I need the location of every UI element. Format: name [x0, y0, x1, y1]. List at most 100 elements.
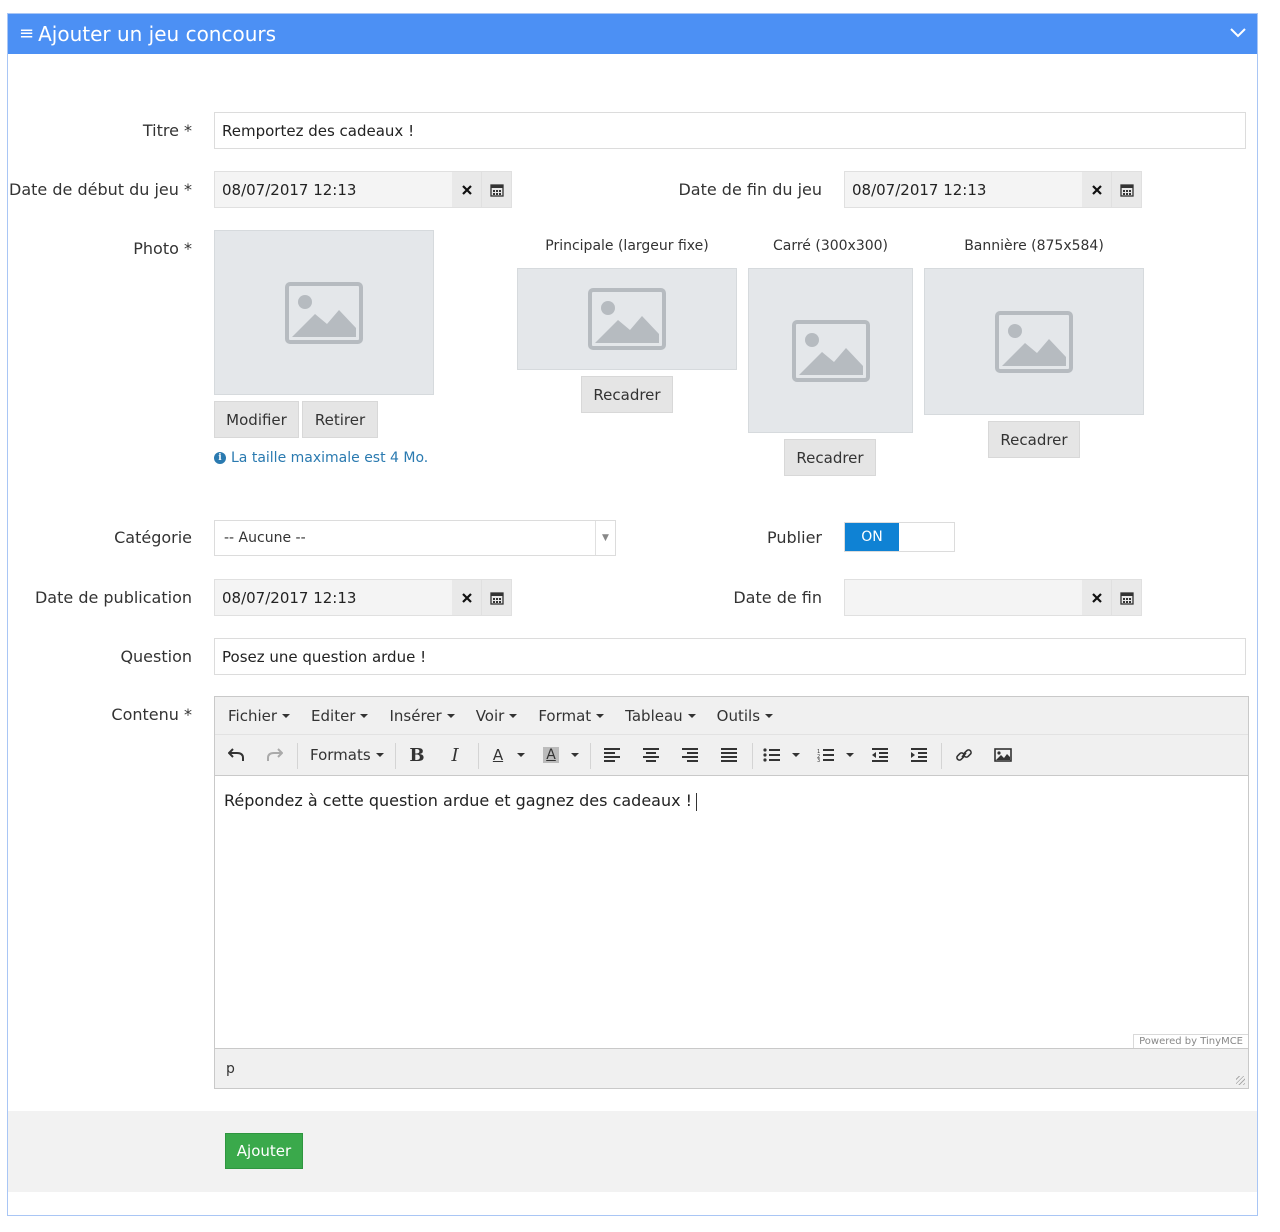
link-icon[interactable] — [953, 744, 975, 766]
crop-principal-preview — [517, 268, 737, 370]
clear-icon[interactable] — [452, 171, 482, 208]
toggle-on-label: ON — [845, 523, 899, 551]
crop-carre-label: Carré (300x300) — [772, 238, 889, 254]
numbered-list-icon[interactable]: 123 — [815, 744, 837, 766]
toolbar-separator — [941, 743, 942, 769]
resize-handle-icon[interactable] — [1236, 1076, 1245, 1085]
calendar-icon[interactable] — [1112, 579, 1142, 616]
crop-carre-preview — [748, 268, 913, 433]
editor-statusbar: p — [215, 1048, 1248, 1088]
align-right-icon[interactable] — [679, 744, 701, 766]
align-left-icon[interactable] — [601, 744, 623, 766]
text-cursor — [696, 792, 698, 811]
calendar-icon[interactable] — [482, 171, 512, 208]
date-fin-jeu-input[interactable]: 08/07/2017 12:13 — [844, 171, 1082, 208]
menu-editer[interactable]: Editer — [311, 707, 369, 725]
formats-dropdown[interactable]: Formats — [310, 744, 384, 766]
toolbar-separator — [395, 743, 396, 769]
categorie-selected: -- Aucune -- — [224, 530, 306, 546]
publier-toggle[interactable]: ON — [844, 522, 955, 552]
caret-down-icon — [596, 713, 605, 718]
hamburger-icon: ≡ — [19, 23, 35, 44]
panel-title: Ajouter un jeu concours — [38, 22, 277, 46]
align-justify-icon[interactable] — [718, 744, 740, 766]
question-input[interactable]: Posez une question ardue ! — [214, 638, 1246, 675]
toolbar-separator — [752, 743, 753, 769]
toolbar-separator — [478, 743, 479, 769]
powered-by-label[interactable]: Powered by TinyMCE — [1133, 1034, 1248, 1048]
caret-down-icon — [687, 713, 696, 718]
bullet-list-icon[interactable] — [761, 744, 783, 766]
titre-input[interactable]: Remportez des cadeaux ! — [214, 112, 1246, 149]
menu-label: Fichier — [228, 706, 278, 725]
crop-banniere-button[interactable]: Recadrer — [988, 421, 1080, 458]
date-fin-label: Date de fin — [733, 588, 822, 607]
crop-carre-button[interactable]: Recadrer — [784, 439, 876, 476]
photo-preview — [214, 230, 434, 395]
date-publication-label: Date de publication — [34, 588, 192, 607]
image-placeholder-icon — [285, 281, 363, 344]
publier-label: Publier — [767, 528, 822, 547]
image-placeholder-icon — [588, 288, 666, 350]
toolbar-separator — [297, 743, 298, 769]
size-info-text: La taille maximale est 4 Mo. — [231, 450, 429, 466]
categorie-select[interactable]: -- Aucune -- ▼ — [214, 520, 616, 556]
svg-text:3: 3 — [817, 758, 820, 762]
background-color-icon[interactable]: A — [540, 744, 562, 766]
menu-inserer[interactable]: Insérer — [389, 706, 455, 725]
remove-button[interactable]: Retirer — [302, 401, 378, 438]
size-info: i La taille maximale est 4 Mo. — [214, 450, 428, 466]
date-fin-picker — [844, 579, 1142, 616]
align-center-icon[interactable] — [640, 744, 662, 766]
text-color-icon[interactable]: A — [487, 744, 509, 766]
modify-button[interactable]: Modifier — [214, 401, 299, 438]
menu-label: Voir — [475, 706, 505, 725]
date-publication-picker: 08/07/2017 12:13 — [214, 579, 512, 616]
caret-down-icon[interactable] — [569, 744, 581, 766]
date-debut-picker: 08/07/2017 12:13 — [214, 171, 512, 208]
date-fin-input[interactable] — [844, 579, 1082, 616]
outdent-icon[interactable] — [869, 744, 891, 766]
caret-down-icon[interactable] — [844, 744, 856, 766]
date-fin-jeu-label: Date de fin du jeu — [678, 180, 822, 199]
date-publication-input[interactable]: 08/07/2017 12:13 — [214, 579, 452, 616]
clear-icon[interactable] — [452, 579, 482, 616]
date-debut-label: Date de début du jeu * — [9, 180, 192, 199]
editor-text: Répondez à cette question ardue et gagne… — [224, 791, 693, 810]
menu-outils[interactable]: Outils — [717, 707, 774, 725]
element-path[interactable]: p — [226, 1061, 235, 1077]
chevron-down-icon[interactable] — [1229, 25, 1247, 43]
panel-header: ≡ Ajouter un jeu concours — [8, 14, 1257, 54]
menu-format[interactable]: Format — [538, 707, 605, 725]
crop-principal-label: Principale (largeur fixe) — [545, 238, 709, 254]
redo-icon[interactable] — [264, 744, 286, 766]
info-icon: i — [214, 452, 226, 464]
question-label: Question — [120, 647, 192, 666]
menu-label: Insérer — [389, 706, 442, 725]
italic-icon[interactable]: I — [444, 744, 466, 766]
undo-icon[interactable] — [225, 744, 247, 766]
calendar-icon[interactable] — [1112, 171, 1142, 208]
menu-voir[interactable]: Voir — [476, 707, 518, 725]
clear-icon[interactable] — [1082, 579, 1112, 616]
image-placeholder-icon — [995, 310, 1073, 373]
date-debut-input[interactable]: 08/07/2017 12:13 — [214, 171, 452, 208]
clear-icon[interactable] — [1082, 171, 1112, 208]
menu-label: Tableau — [625, 706, 683, 725]
form-footer — [8, 1111, 1257, 1192]
crop-principal-button[interactable]: Recadrer — [581, 376, 673, 413]
insert-image-icon[interactable] — [992, 744, 1014, 766]
caret-down-icon — [375, 753, 384, 757]
editor-content[interactable]: Répondez à cette question ardue et gagne… — [215, 776, 1248, 1048]
add-button[interactable]: Ajouter — [225, 1133, 303, 1169]
caret-down-icon[interactable] — [515, 744, 527, 766]
menu-tableau[interactable]: Tableau — [625, 707, 696, 725]
bold-icon[interactable]: B — [406, 744, 428, 766]
rich-text-editor: Fichier Editer Insérer Voir Format Table… — [214, 696, 1249, 1089]
caret-down-icon — [509, 713, 518, 718]
menu-fichier[interactable]: Fichier — [228, 706, 291, 725]
dropdown-arrow-icon: ▼ — [595, 521, 615, 555]
indent-icon[interactable] — [908, 744, 930, 766]
caret-down-icon[interactable] — [790, 744, 802, 766]
calendar-icon[interactable] — [482, 579, 512, 616]
